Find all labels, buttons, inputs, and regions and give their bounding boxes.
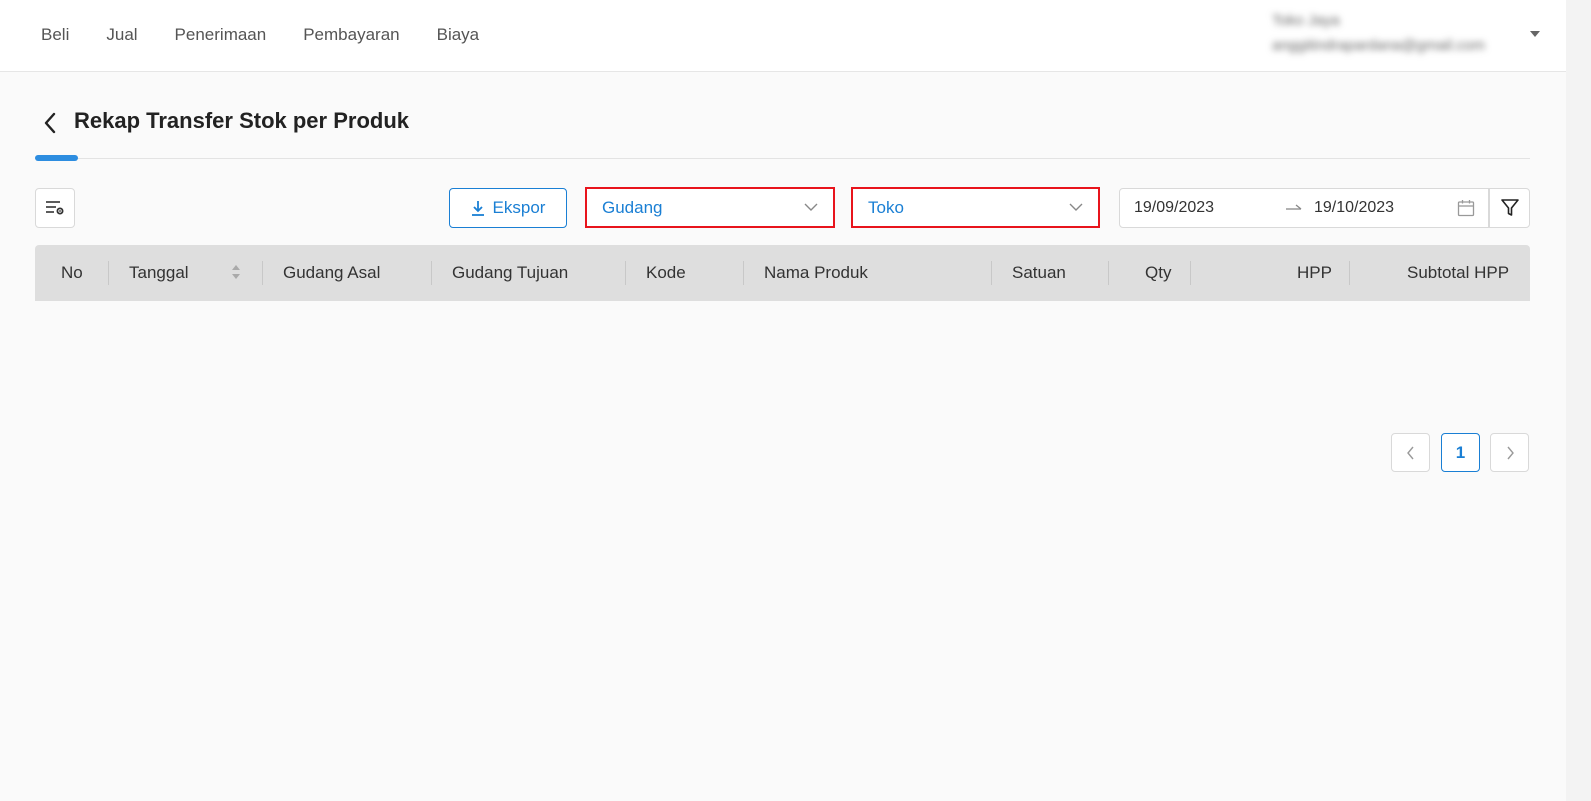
- nav-item-biaya[interactable]: Biaya: [437, 25, 480, 45]
- nav-item-jual[interactable]: Jual: [106, 25, 137, 45]
- export-label: Ekspor: [492, 198, 546, 217]
- date-start-input[interactable]: 19/09/2023: [1134, 199, 1214, 217]
- user-email: anggitindrapardana@gmail.com: [1272, 37, 1485, 54]
- column-divider: [1108, 261, 1109, 285]
- table-header: No Tanggal Gudang Asal Gudang Tujuan Kod…: [35, 245, 1530, 301]
- column-header-no: No: [61, 263, 83, 282]
- destination-warehouse-select[interactable]: Toko: [851, 187, 1100, 228]
- back-button[interactable]: [37, 109, 63, 137]
- column-divider: [991, 261, 992, 285]
- filter-icon: [1500, 199, 1519, 216]
- column-settings-icon: [46, 201, 64, 215]
- caret-down-icon[interactable]: [1530, 31, 1540, 37]
- export-button[interactable]: Ekspor: [449, 188, 567, 228]
- arrow-right-icon: [1286, 204, 1302, 210]
- sort-icon[interactable]: [231, 264, 241, 280]
- column-divider: [262, 261, 263, 285]
- main-nav: Beli Jual Penerimaan Pembayaran Biaya: [41, 0, 516, 70]
- column-header-tanggal[interactable]: Tanggal: [129, 245, 189, 301]
- nav-item-penerimaan[interactable]: Penerimaan: [175, 25, 267, 45]
- source-warehouse-value: Gudang: [602, 198, 663, 217]
- page-title: Rekap Transfer Stok per Produk: [74, 108, 409, 133]
- column-header-nama-produk: Nama Produk: [764, 263, 868, 282]
- column-settings-button[interactable]: [35, 188, 75, 228]
- column-divider: [625, 261, 626, 285]
- chevron-left-icon: [1406, 446, 1414, 459]
- column-header-kode: Kode: [646, 263, 686, 282]
- date-range-picker[interactable]: 19/09/2023 19/10/2023: [1119, 188, 1489, 228]
- filter-button[interactable]: [1489, 188, 1530, 228]
- chevron-right-icon: [1506, 446, 1514, 459]
- chevron-left-icon: [44, 112, 56, 134]
- user-menu[interactable]: Toko Jaya anggitindrapardana@gmail.com: [1272, 10, 1532, 60]
- title-divider: [35, 158, 1530, 159]
- column-header-gudang-tujuan: Gudang Tujuan: [452, 263, 569, 282]
- pagination-page-current[interactable]: 1: [1441, 433, 1480, 472]
- pagination-prev-button[interactable]: [1391, 433, 1430, 472]
- column-divider: [108, 261, 109, 285]
- destination-warehouse-value: Toko: [868, 198, 904, 217]
- scrollbar-gutter: [1566, 0, 1591, 801]
- nav-item-pembayaran[interactable]: Pembayaran: [303, 25, 399, 45]
- column-header-hpp: HPP: [1297, 263, 1332, 282]
- download-icon: [471, 201, 484, 216]
- column-header-satuan: Satuan: [1012, 263, 1066, 282]
- source-warehouse-select[interactable]: Gudang: [585, 187, 835, 228]
- calendar-icon: [1457, 200, 1475, 217]
- user-name: Toko Jaya: [1272, 12, 1340, 29]
- chevron-down-icon: [804, 203, 818, 211]
- pagination-next-button[interactable]: [1490, 433, 1529, 472]
- column-divider: [1349, 261, 1350, 285]
- column-header-gudang-asal: Gudang Asal: [283, 263, 381, 282]
- chevron-down-icon: [1069, 203, 1083, 211]
- active-tab-indicator: [35, 155, 78, 161]
- top-navbar: Beli Jual Penerimaan Pembayaran Biaya To…: [0, 0, 1566, 72]
- date-end-input[interactable]: 19/10/2023: [1314, 199, 1394, 217]
- column-header-qty: Qty: [1145, 263, 1172, 282]
- column-divider: [1190, 261, 1191, 285]
- column-divider: [743, 261, 744, 285]
- nav-item-beli[interactable]: Beli: [41, 25, 69, 45]
- column-header-subtotal-hpp: Subtotal HPP: [1407, 263, 1510, 282]
- column-divider: [431, 261, 432, 285]
